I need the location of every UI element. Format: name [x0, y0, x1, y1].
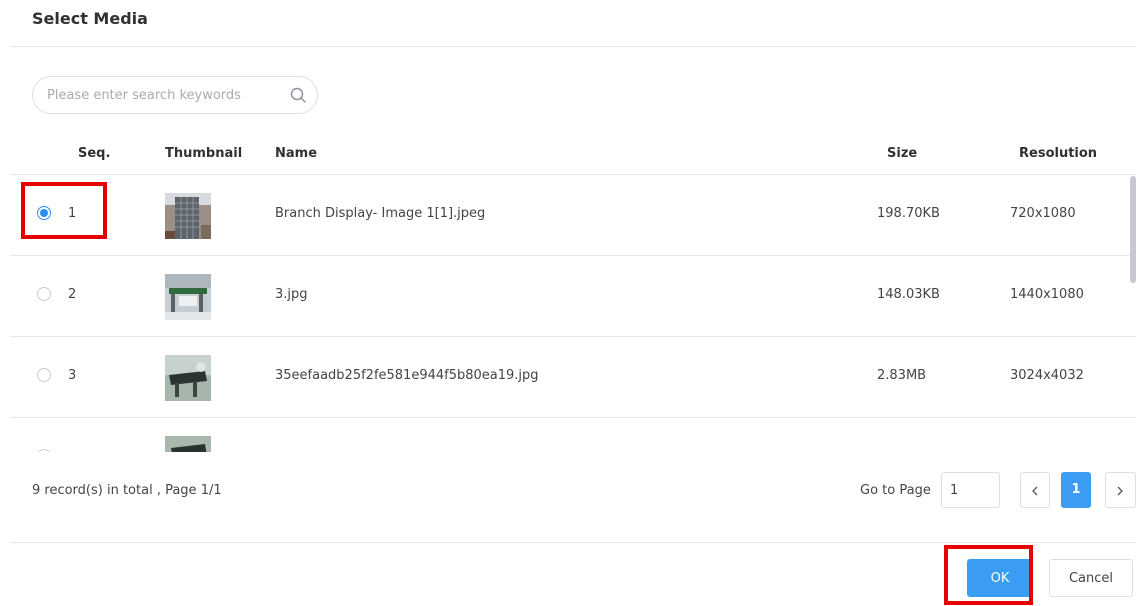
next-page-button[interactable] — [1105, 472, 1136, 508]
name-cell: 35eefaadb25f2fe581e944f5b80ea19.jpg — [275, 368, 539, 383]
thumbnail-image — [165, 274, 211, 320]
table-header: Seq. Thumbnail Name Size Resolution — [10, 136, 1136, 174]
seq-cell: 2 — [68, 287, 77, 302]
select-radio[interactable] — [37, 449, 51, 452]
size-cell: 148.03KB — [877, 287, 940, 302]
resolution-cell: 720x1080 — [1010, 206, 1076, 221]
thumbnail-image — [165, 355, 211, 401]
page-number-button[interactable]: 1 — [1061, 472, 1091, 508]
seq-cell: 1 — [68, 206, 77, 221]
name-cell: 3.jpg — [275, 287, 308, 302]
search-input[interactable] — [47, 85, 267, 105]
chevron-right-icon — [1117, 486, 1123, 496]
chevron-left-icon — [1032, 486, 1038, 496]
column-header-name: Name — [275, 146, 318, 161]
search-box — [32, 76, 318, 114]
cancel-button[interactable]: Cancel — [1049, 559, 1133, 597]
column-header-size: Size — [887, 146, 918, 161]
table-scrollbar[interactable] — [1130, 176, 1136, 283]
resolution-cell: 3024x4032 — [1010, 368, 1084, 383]
column-header-thumbnail: Thumbnail — [165, 146, 243, 161]
ok-button[interactable]: OK — [967, 559, 1033, 597]
thumbnail-image — [165, 193, 211, 239]
table-row[interactable]: 2 3.jpg 148.03KB 1440x1080 — [10, 256, 1136, 337]
name-cell: Branch Display- Image 1[1].jpeg — [275, 206, 486, 221]
select-radio[interactable] — [37, 206, 51, 220]
column-header-resolution: Resolution — [1019, 146, 1098, 161]
prev-page-button[interactable] — [1020, 472, 1050, 508]
record-summary: 9 record(s) in total , Page 1/1 — [32, 483, 222, 498]
resolution-cell: 1440x1080 — [1010, 287, 1084, 302]
size-cell: 2.83MB — [877, 368, 927, 383]
footer-divider — [10, 542, 1136, 543]
size-cell: 198.70KB — [877, 206, 940, 221]
table-row[interactable]: 3 35eefaadb25f2fe581e944f5b80ea19.jpg 2.… — [10, 337, 1136, 418]
column-header-seq: Seq. — [78, 146, 111, 161]
seq-cell: 3 — [68, 368, 77, 383]
goto-page-label: Go to Page — [860, 483, 931, 498]
select-radio[interactable] — [37, 287, 51, 301]
dialog-title: Select Media — [32, 9, 148, 28]
table-row-partial[interactable] — [10, 418, 1136, 452]
table-row[interactable]: 1 Branch Display- Image 1[1].jpeg 198.70… — [10, 175, 1136, 256]
select-radio[interactable] — [37, 368, 51, 382]
media-table-body: 1 Branch Display- Image 1[1].jpeg 198.70… — [10, 174, 1136, 452]
header-divider — [10, 46, 1136, 47]
search-icon[interactable] — [289, 86, 307, 104]
thumbnail-image — [165, 436, 211, 452]
goto-page-input[interactable] — [941, 472, 1000, 508]
